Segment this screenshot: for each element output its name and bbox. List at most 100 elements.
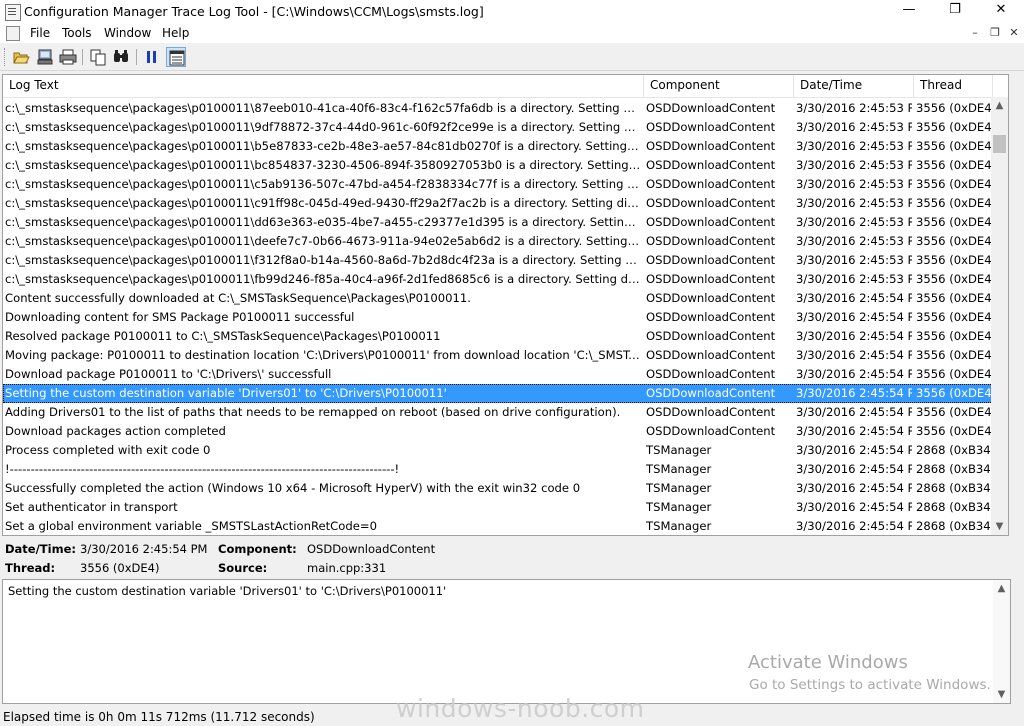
table-row[interactable]: !---------------------------------------… <box>3 460 994 479</box>
thread-cell: 3556 (0xDE4) <box>916 234 994 248</box>
thread-cell: 2868 (0xB34) <box>916 443 994 457</box>
copy-icon[interactable] <box>88 47 108 67</box>
log-text-cell: Download packages action completed <box>5 424 226 438</box>
table-row[interactable]: Moving package: P0100011 to destination … <box>3 346 994 365</box>
component-cell: OSDDownloadContent <box>646 234 776 248</box>
log-text-cell: Downloading content for SMS Package P010… <box>5 310 355 324</box>
log-text-cell: !---------------------------------------… <box>5 462 400 476</box>
component-cell: OSDDownloadContent <box>646 215 776 229</box>
log-text-cell: c:\_smstasksequence\packages\p0100011\c5… <box>5 177 641 191</box>
menu-tools[interactable]: Tools <box>62 26 92 40</box>
activate-windows-subtitle: Go to Settings to activate Windows. <box>749 677 991 693</box>
column-header-log-text[interactable]: Log Text <box>3 75 644 97</box>
scroll-up-icon[interactable]: ▲ <box>991 97 1008 114</box>
component-cell: TSManager <box>646 443 712 457</box>
minimize-button[interactable]: — <box>886 0 932 22</box>
message-scroll-down-icon[interactable]: ▼ <box>993 686 1010 703</box>
datetime-cell: 3/30/2016 2:45:53 PM <box>796 253 912 267</box>
thread-cell: 3556 (0xDE4) <box>916 139 994 153</box>
open-icon[interactable] <box>11 47 31 67</box>
datetime-cell: 3/30/2016 2:45:54 PM <box>796 462 912 476</box>
log-text-cell: c:\_smstasksequence\packages\p0100011\c9… <box>5 196 641 210</box>
column-header-datetime[interactable]: Date/Time <box>794 75 914 97</box>
details-panel: Date/Time: 3/30/2016 2:45:54 PM Componen… <box>2 538 1019 578</box>
table-row[interactable]: Download packages action completed OSDDow… <box>3 422 994 441</box>
datetime-cell: 3/30/2016 2:45:53 PM <box>796 120 912 134</box>
table-row[interactable]: c:\_smstasksequence\packages\p0100011\9d… <box>3 118 994 137</box>
log-text-cell: c:\_smstasksequence\packages\p0100011\de… <box>5 234 641 248</box>
log-text-cell: c:\_smstasksequence\packages\p0100011\b5… <box>5 139 641 153</box>
datetime-cell: 3/30/2016 2:45:53 PM <box>796 101 912 115</box>
table-row[interactable]: Setting the custom destination variable … <box>3 384 994 403</box>
menu-window[interactable]: Window <box>104 26 151 40</box>
component-cell: OSDDownloadContent <box>646 310 776 324</box>
thread-cell: 3556 (0xDE4) <box>916 386 994 400</box>
datetime-label: Date/Time: <box>5 542 76 556</box>
datetime-cell: 3/30/2016 2:45:54 PM <box>796 481 912 495</box>
close-button[interactable]: ✕ <box>978 0 1024 22</box>
thread-label: Thread: <box>5 561 56 575</box>
log-text-cell: Setting the custom destination variable … <box>5 386 447 400</box>
table-row[interactable]: c:\_smstasksequence\packages\p0100011\de… <box>3 232 994 251</box>
table-row[interactable]: Successfully completed the action (Windo… <box>3 479 994 498</box>
column-header-component[interactable]: Component <box>644 75 794 97</box>
component-cell: OSDDownloadContent <box>646 291 776 305</box>
component-cell: OSDDownloadContent <box>646 177 776 191</box>
scroll-down-icon[interactable]: ▼ <box>991 518 1008 535</box>
table-row[interactable]: c:\_smstasksequence\packages\p0100011\b5… <box>3 137 994 156</box>
window-title: Configuration Manager Trace Log Tool - [… <box>24 4 484 19</box>
mdi-minimize-button[interactable]: – <box>967 26 983 39</box>
mdi-restore-button[interactable]: ❐ <box>987 26 1003 39</box>
table-row[interactable]: c:\_smstasksequence\packages\p0100011\bc… <box>3 156 994 175</box>
table-row[interactable]: Process completed with exit code 0 TSMana… <box>3 441 994 460</box>
table-row[interactable]: Download package P0100011 to 'C:\Drivers… <box>3 365 994 384</box>
toolbar-grip[interactable] <box>4 48 7 66</box>
table-row[interactable]: c:\_smstasksequence\packages\p0100011\87… <box>3 99 994 118</box>
thread-cell: 3556 (0xDE4) <box>916 424 994 438</box>
pause-icon[interactable] <box>142 47 162 67</box>
log-text-cell: Content successfully downloaded at C:\_S… <box>5 291 471 305</box>
print-icon[interactable] <box>58 47 78 67</box>
table-row[interactable]: Set authenticator in transport TSManager 3… <box>3 498 994 517</box>
menu-help[interactable]: Help <box>162 26 189 40</box>
message-scrollbar[interactable]: ▲ ▼ <box>993 580 1010 703</box>
table-row[interactable]: c:\_smstasksequence\packages\p0100011\c5… <box>3 175 994 194</box>
elapsed-time-status: Elapsed time is 0h 0m 11s 712ms (11.712 … <box>3 710 315 724</box>
source-value: main.cpp:331 <box>307 561 387 575</box>
component-value: OSDDownloadContent <box>307 542 436 556</box>
column-header-thread[interactable]: Thread <box>914 75 993 97</box>
table-row[interactable]: c:\_smstasksequence\packages\p0100011\c9… <box>3 194 994 213</box>
table-row[interactable]: c:\_smstasksequence\packages\p0100011\f3… <box>3 251 994 270</box>
thread-cell: 3556 (0xDE4) <box>916 196 994 210</box>
component-cell: OSDDownloadContent <box>646 139 776 153</box>
message-scroll-up-icon[interactable]: ▲ <box>993 580 1010 597</box>
mdi-close-button[interactable]: ✕ <box>1006 26 1022 39</box>
component-cell: TSManager <box>646 481 712 495</box>
scroll-thumb[interactable] <box>993 135 1006 153</box>
component-cell: OSDDownloadContent <box>646 405 776 419</box>
datetime-cell: 3/30/2016 2:45:54 PM <box>796 424 912 438</box>
datetime-cell: 3/30/2016 2:45:53 PM <box>796 272 912 286</box>
datetime-cell: 3/30/2016 2:45:54 PM <box>796 367 912 381</box>
datetime-value: 3/30/2016 2:45:54 PM <box>80 542 208 556</box>
log-grid[interactable]: Log Text Component Date/Time Thread c:\_… <box>2 74 1009 536</box>
thread-cell: 3556 (0xDE4) <box>916 253 994 267</box>
datetime-cell: 3/30/2016 2:45:54 PM <box>796 405 912 419</box>
document-icon[interactable] <box>6 26 20 41</box>
message-text-box[interactable]: Setting the custom destination variable … <box>2 579 1011 704</box>
table-row[interactable]: c:\_smstasksequence\packages\p0100011\fb… <box>3 270 994 289</box>
menu-file[interactable]: File <box>30 26 50 40</box>
component-cell: OSDDownloadContent <box>646 272 776 286</box>
table-row[interactable]: Set a global environment variable _SMSTS… <box>3 517 994 535</box>
table-row[interactable]: Downloading content for SMS Package P010… <box>3 308 994 327</box>
table-row[interactable]: c:\_smstasksequence\packages\p0100011\dd… <box>3 213 994 232</box>
open-server-icon[interactable] <box>35 47 55 67</box>
show-details-icon[interactable] <box>166 47 186 67</box>
vertical-scrollbar[interactable]: ▲ ▼ <box>991 97 1008 535</box>
thread-cell: 3556 (0xDE4) <box>916 405 994 419</box>
table-row[interactable]: Content successfully downloaded at C:\_S… <box>3 289 994 308</box>
find-icon[interactable] <box>111 47 131 67</box>
table-row[interactable]: Resolved package P0100011 to C:\_SMSTask… <box>3 327 994 346</box>
table-row[interactable]: Adding Drivers01 to the list of paths th… <box>3 403 994 422</box>
restore-button[interactable]: ❐ <box>932 0 978 22</box>
